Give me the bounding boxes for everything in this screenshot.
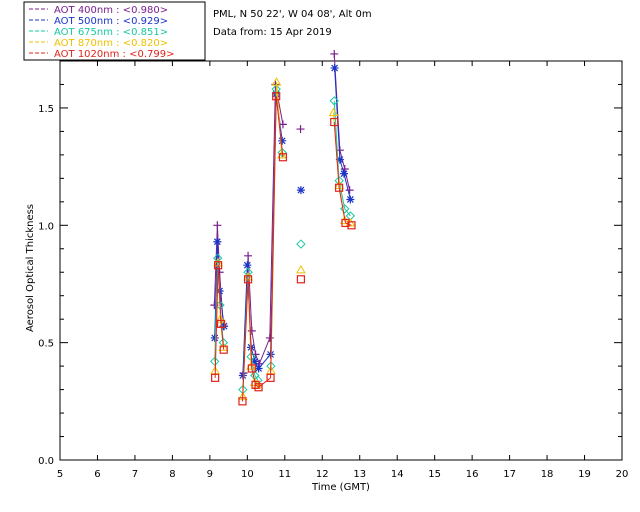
legend-label-1020: AOT 1020nm : <0.799> <box>54 49 174 60</box>
x-tick-label: 11 <box>278 469 291 480</box>
data-point <box>296 239 306 249</box>
x-tick-label: 18 <box>541 469 554 480</box>
legend-label-400: AOT 400nm : <0.980> <box>54 5 168 16</box>
data-point <box>213 221 222 230</box>
data-point <box>238 371 247 380</box>
y-tick-label: 0.5 <box>38 339 54 350</box>
data-point <box>247 326 256 335</box>
x-tick-label: 17 <box>503 469 516 480</box>
x-axis: 5 6 7 8 9 10 11 12 13 14 15 16 17 18 19 20 <box>57 61 629 480</box>
series-aot-675nm <box>210 84 356 395</box>
x-tick-label: 16 <box>466 469 479 480</box>
y-tick-label: 1.0 <box>38 221 54 232</box>
x-tick-label: 5 <box>57 469 63 480</box>
x-tick-label: 8 <box>169 469 175 480</box>
y-axis: 0.0 0.5 1.0 1.5 <box>38 83 622 467</box>
x-tick-label: 19 <box>578 469 591 480</box>
data-point <box>330 49 339 58</box>
data-point <box>265 333 274 342</box>
x-tick-label: 10 <box>241 469 254 480</box>
x-tick-label: 12 <box>316 469 329 480</box>
legend: AOT 400nm : <0.980> AOT 500nm : <0.929> … <box>23 1 206 61</box>
data-point <box>244 251 253 260</box>
series-line-segment <box>270 96 277 378</box>
data-point <box>243 261 252 270</box>
y-tick-label: 0.0 <box>38 456 54 467</box>
data-point <box>278 136 287 145</box>
x-tick-label: 9 <box>207 469 213 480</box>
legend-label-870: AOT 870nm : <0.820> <box>54 38 168 49</box>
x-tick-label: 6 <box>94 469 100 480</box>
x-axis-label: Time (GMT) <box>311 482 370 493</box>
x-tick-label: 7 <box>132 469 138 480</box>
legend-label-500: AOT 500nm : <0.929> <box>54 16 168 27</box>
series-line-segment <box>241 279 249 402</box>
x-tick-label: 13 <box>353 469 366 480</box>
data-point <box>339 169 348 178</box>
series-line-segment <box>258 337 271 364</box>
data-point <box>346 195 355 204</box>
data-point <box>296 264 306 274</box>
series-layer <box>210 49 356 406</box>
x-tick-label: 15 <box>428 469 441 480</box>
data-point <box>345 186 354 195</box>
x-tick-label: 14 <box>391 469 404 480</box>
data-point <box>296 125 305 134</box>
data-point <box>296 186 305 195</box>
legend-label-675: AOT 675nm : <0.851> <box>54 27 168 38</box>
data-point <box>296 275 306 284</box>
plot-area <box>59 60 623 461</box>
date-info: Data from: 15 Apr 2019 <box>213 27 332 38</box>
y-tick-label: 1.5 <box>38 104 54 115</box>
y-axis-label: Aerosol Optical Thickness <box>25 204 36 332</box>
data-point <box>213 237 222 246</box>
series-aot-500nm <box>210 64 355 380</box>
data-point <box>330 64 339 73</box>
data-point <box>210 333 219 342</box>
site-info: PML, N 50 22', W 04 08', Alt 0m <box>213 9 372 20</box>
x-tick-label: 20 <box>616 469 629 480</box>
aot-chart: AOT 400nm : <0.980> AOT 500nm : <0.929> … <box>23 1 629 493</box>
